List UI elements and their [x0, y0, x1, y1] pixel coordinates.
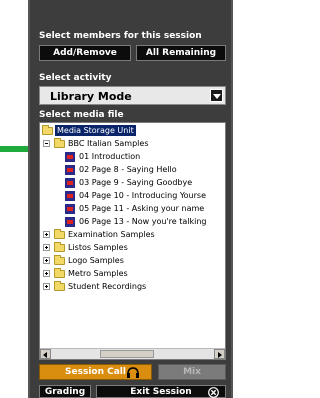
session-call-label: Session Call	[65, 367, 126, 377]
tree-root[interactable]: Media Storage Unit	[42, 125, 222, 136]
tree-folder-label: Metro Samples	[68, 269, 128, 278]
expand-icon[interactable]	[43, 244, 50, 251]
tree-root-label: Media Storage Unit	[55, 125, 136, 136]
tree-file[interactable]: 05 Page 11 - Asking your name	[42, 203, 225, 214]
tree-folder-label: Logo Samples	[68, 256, 124, 265]
collapse-icon[interactable]	[43, 140, 50, 147]
tree-file-label: 02 Page 8 - Saying Hello	[79, 165, 177, 174]
media-file-icon	[65, 165, 75, 175]
tree-folder[interactable]: Logo Samples	[42, 255, 222, 266]
folder-icon	[54, 281, 65, 291]
session-panel: Select members for this session Add/Remo…	[28, 0, 233, 398]
media-file-icon	[65, 178, 75, 188]
media-file-icon	[65, 204, 75, 214]
members-label: Select members for this session	[39, 31, 202, 41]
all-remaining-button[interactable]: All Remaining	[136, 45, 226, 61]
expand-icon[interactable]	[43, 270, 50, 277]
headset-icon	[127, 367, 139, 378]
expand-icon[interactable]	[43, 283, 50, 290]
tree-folder-bbc[interactable]: BBC Italian Samples	[42, 138, 222, 149]
exit-session-button[interactable]: Exit Session	[96, 385, 226, 398]
tree-file-label: 03 Page 9 - Saying Goodbye	[79, 178, 193, 187]
tree-folder-label: BBC Italian Samples	[68, 139, 149, 148]
tree-folder[interactable]: Examination Samples	[42, 229, 222, 240]
activity-select[interactable]: Library Mode	[39, 86, 226, 105]
scroll-left-button[interactable]	[40, 349, 51, 359]
activity-value: Library Mode	[50, 90, 132, 103]
activity-label: Select activity	[39, 73, 112, 83]
exit-session-label: Exit Session	[130, 387, 192, 397]
media-file-icon	[65, 217, 75, 227]
folder-icon	[42, 125, 53, 135]
tree-file[interactable]: 02 Page 8 - Saying Hello	[42, 164, 225, 175]
media-tree[interactable]: Media Storage Unit BBC Italian Samples 0…	[39, 122, 226, 360]
scroll-thumb[interactable]	[100, 350, 154, 358]
folder-icon	[54, 138, 65, 148]
tree-folder-label: Examination Samples	[68, 230, 155, 239]
tree-folder[interactable]: Metro Samples	[42, 268, 222, 279]
media-label: Select media file	[39, 110, 124, 120]
folder-icon	[54, 242, 65, 252]
tree-file[interactable]: 04 Page 10 - Introducing Yourse	[42, 190, 225, 201]
folder-icon	[54, 229, 65, 239]
mix-button[interactable]: Mix	[158, 364, 226, 380]
tree-file[interactable]: 03 Page 9 - Saying Goodbye	[42, 177, 225, 188]
close-icon	[208, 387, 219, 398]
tree-folder-label: Student Recordings	[68, 282, 147, 291]
tree-file-label: 04 Page 10 - Introducing Yourse	[79, 191, 206, 200]
media-file-icon	[65, 191, 75, 201]
tree-file-label: 05 Page 11 - Asking your name	[79, 204, 205, 213]
media-file-icon	[65, 152, 75, 162]
tree-folder-label: Listos Samples	[68, 243, 128, 252]
horizontal-scrollbar[interactable]	[40, 348, 225, 359]
add-remove-button[interactable]: Add/Remove	[39, 45, 131, 61]
folder-icon	[54, 268, 65, 278]
folder-icon	[54, 255, 65, 265]
expand-icon[interactable]	[43, 257, 50, 264]
dropdown-arrow-icon[interactable]	[210, 89, 223, 102]
tree-file-label: 06 Page 13 - Now you're talking	[79, 217, 207, 226]
grading-button[interactable]: Grading	[39, 385, 91, 398]
expand-icon[interactable]	[43, 231, 50, 238]
session-call-button[interactable]: Session Call	[39, 364, 152, 380]
tree-file[interactable]: 06 Page 13 - Now you're talking	[42, 216, 225, 227]
scroll-right-button[interactable]	[214, 349, 225, 359]
tree-file[interactable]: 01 Introduction	[42, 151, 225, 162]
tree-folder[interactable]: Student Recordings	[42, 281, 222, 292]
tree-folder[interactable]: Listos Samples	[42, 242, 222, 253]
tree-file-label: 01 Introduction	[79, 152, 141, 161]
stage: Select members for this session Add/Remo…	[0, 0, 241, 398]
